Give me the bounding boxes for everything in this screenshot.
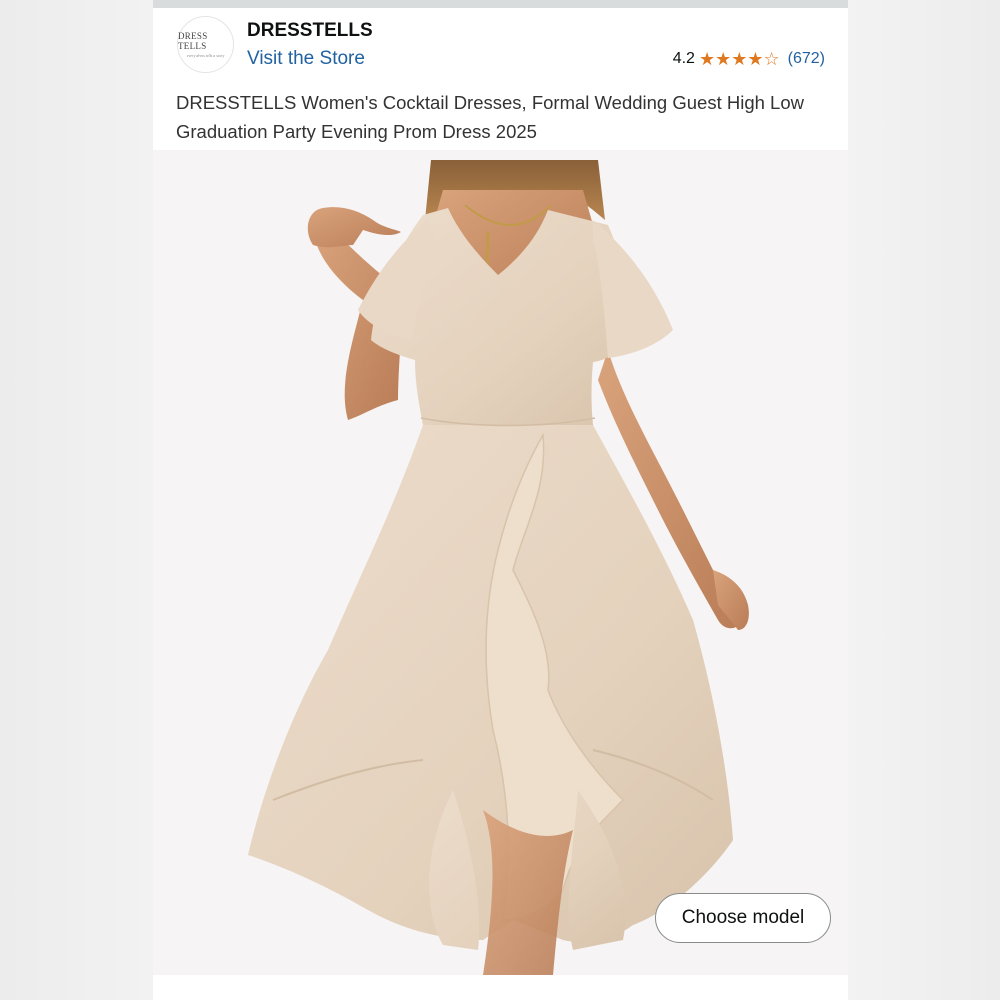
right-background bbox=[848, 0, 1000, 1000]
brand-name[interactable]: DRESSTELLS bbox=[247, 20, 373, 42]
top-divider bbox=[153, 0, 848, 8]
product-header: Dress Tells every dress tells a story DR… bbox=[153, 8, 848, 150]
star-full-icon: ★ bbox=[698, 49, 716, 69]
leg-skin bbox=[483, 810, 573, 975]
left-hand bbox=[307, 207, 401, 248]
left-background bbox=[0, 0, 153, 1000]
review-count-link[interactable]: (672) bbox=[788, 50, 825, 68]
visit-store-link[interactable]: Visit the Store bbox=[247, 48, 365, 70]
rating-summary[interactable]: 4.2 ★ ★ ★ ★ ☆ (672) bbox=[673, 50, 825, 68]
logo-tagline: every dress tells a story bbox=[186, 53, 225, 58]
star-full-icon: ★ bbox=[747, 49, 764, 69]
star-full-icon: ★ bbox=[715, 49, 732, 69]
product-image[interactable]: Choose model bbox=[153, 150, 848, 975]
star-rating: ★ ★ ★ ★ ☆ bbox=[699, 50, 780, 68]
product-panel: Dress Tells every dress tells a story DR… bbox=[153, 0, 848, 1000]
logo-text: Dress Tells bbox=[178, 31, 208, 51]
store-logo[interactable]: Dress Tells every dress tells a story bbox=[177, 16, 234, 73]
product-title: DRESSTELLS Women's Cocktail Dresses, For… bbox=[176, 92, 804, 142]
rating-value: 4.2 bbox=[672, 50, 695, 67]
star-full-icon: ★ bbox=[731, 49, 748, 69]
bottom-spacer bbox=[153, 975, 848, 1000]
choose-model-button[interactable]: Choose model bbox=[655, 893, 831, 943]
dress-photo-illustration bbox=[248, 160, 749, 975]
star-empty-icon: ☆ bbox=[763, 49, 780, 69]
